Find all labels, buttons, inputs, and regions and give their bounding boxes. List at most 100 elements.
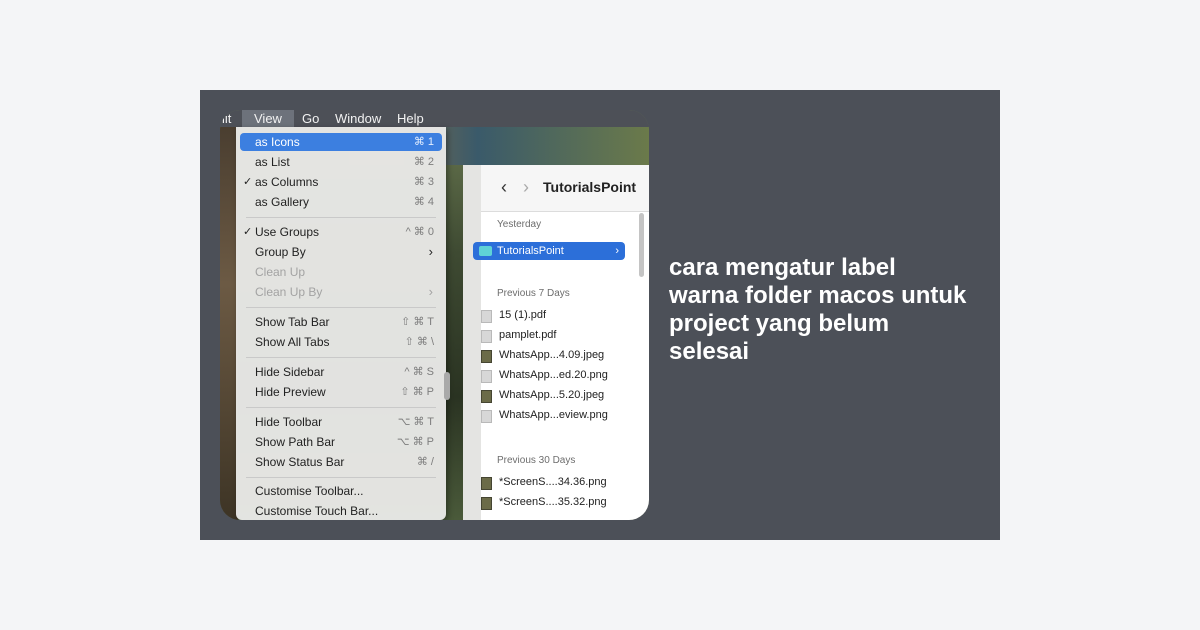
menu-item-hide-preview[interactable]: Hide Preview ⇧ ⌘ P [240, 383, 442, 401]
file-name: TutorialsPoint [497, 245, 564, 257]
menu-item-label: Clean Up [255, 265, 306, 279]
menu-item-label: as Gallery [255, 195, 310, 209]
image-icon [481, 370, 492, 383]
menu-separator [246, 407, 436, 408]
menu-item-customise-toolbar[interactable]: Customise Toolbar... [240, 482, 442, 500]
list-item-tutorialspoint[interactable]: TutorialsPoint › [473, 242, 625, 260]
checkmark-icon: ✓ [243, 226, 253, 238]
file-name: 15 (1).pdf [499, 309, 547, 321]
list-item[interactable]: pamplet.pdf [481, 326, 633, 344]
menu-go[interactable]: Go [302, 110, 319, 127]
menu-item-shortcut: ⌘ / [416, 456, 434, 468]
menu-item-label: Use Groups [255, 225, 320, 239]
list-item[interactable]: WhatsApp...5.20.jpeg [481, 386, 633, 404]
menu-item-customise-touch-bar[interactable]: Customise Touch Bar... [240, 502, 442, 520]
back-icon[interactable]: ‹ [501, 177, 507, 198]
file-name: WhatsApp...ed.20.png [499, 369, 608, 381]
finder-toolbar: ‹ › TutorialsPoint [481, 165, 649, 212]
finder-title: TutorialsPoint [543, 179, 637, 195]
menu-item-label: as Columns [255, 175, 319, 189]
menu-item-label: Show All Tabs [255, 335, 330, 349]
menu-item-shortcut: ⌘ 3 [413, 176, 434, 188]
menu-item-show-path-bar[interactable]: Show Path Bar ⌥ ⌘ P [240, 433, 442, 451]
list-item[interactable]: 15 (1).pdf [481, 306, 633, 324]
menu-item-hide-sidebar[interactable]: Hide Sidebar ^ ⌘ S [240, 363, 442, 381]
view-menu: as Icons ⌘ 1 as List ⌘ 2 ✓ as Columns ⌘ … [236, 127, 446, 520]
menu-item-label: Hide Toolbar [255, 415, 323, 429]
menu-item-shortcut: ⌘ 4 [413, 196, 434, 208]
menu-item-shortcut: ^ ⌘ S [404, 366, 434, 378]
forward-icon[interactable]: › [523, 177, 529, 198]
menu-edit[interactable]: lit [222, 110, 231, 127]
chevron-right-icon: › [428, 244, 433, 259]
menu-item-hide-toolbar[interactable]: Hide Toolbar ⌥ ⌘ T [240, 413, 442, 431]
menu-item-show-tab-bar[interactable]: Show Tab Bar ⇧ ⌘ T [240, 313, 442, 331]
menu-bar: lit View Go Window Help [220, 110, 649, 127]
menu-item-shortcut: ⌥ ⌘ T [397, 416, 434, 428]
menu-item-label: Group By [255, 245, 306, 259]
screenshot-panel: lit View Go Window Help as Icons ⌘ 1 as … [220, 110, 649, 520]
menu-item-shortcut: ⌘ 1 [413, 136, 434, 148]
menu-item-label: Show Status Bar [255, 455, 345, 469]
menu-item-use-groups[interactable]: ✓ Use Groups ^ ⌘ 0 [240, 223, 442, 241]
image-icon [481, 350, 492, 363]
menu-item-label: Show Path Bar [255, 435, 336, 449]
menu-item-shortcut: ⇧ ⌘ P [400, 386, 434, 398]
menu-item-as-list[interactable]: as List ⌘ 2 [240, 153, 442, 171]
menu-item-clean-up: Clean Up [240, 263, 442, 281]
menu-item-label: Show Tab Bar [255, 315, 330, 329]
menu-separator [246, 307, 436, 308]
section-yesterday: Yesterday [497, 219, 542, 230]
file-name: WhatsApp...eview.png [499, 409, 608, 421]
menu-item-as-gallery[interactable]: as Gallery ⌘ 4 [240, 193, 442, 211]
menu-item-show-all-tabs[interactable]: Show All Tabs ⇧ ⌘ \ [240, 333, 442, 351]
menu-separator [246, 357, 436, 358]
article-headline: cara mengatur label warna folder macos u… [669, 254, 967, 365]
menu-item-clean-up-by: Clean Up By › [240, 283, 442, 301]
folder-icon [479, 246, 492, 256]
image-icon [481, 477, 492, 490]
pdf-icon [481, 330, 492, 343]
menu-item-label: Customise Toolbar... [255, 484, 364, 498]
menu-item-shortcut: ⌘ 2 [413, 156, 434, 168]
menu-help[interactable]: Help [397, 110, 424, 127]
file-name: pamplet.pdf [499, 329, 557, 341]
menu-item-label: Customise Touch Bar... [255, 504, 379, 518]
menu-item-label: as List [255, 155, 290, 169]
list-item[interactable]: *ScreenS....34.36.png [481, 473, 633, 491]
scrollbar[interactable] [639, 213, 644, 277]
menu-separator [246, 217, 436, 218]
menu-separator [246, 477, 436, 478]
menu-item-as-columns[interactable]: ✓ as Columns ⌘ 3 [240, 173, 442, 191]
menu-item-group-by[interactable]: Group By › [240, 243, 442, 261]
menu-item-shortcut: ⇧ ⌘ T [401, 316, 434, 328]
list-item[interactable]: *ScreenS....35.32.png [481, 493, 633, 511]
image-icon [481, 497, 492, 510]
menu-item-label: Hide Preview [255, 385, 326, 399]
section-previous-30-days: Previous 30 Days [497, 455, 576, 466]
menu-item-label: as Icons [255, 135, 300, 149]
file-name: WhatsApp...5.20.jpeg [499, 389, 605, 401]
resize-handle[interactable] [444, 372, 450, 400]
file-name: WhatsApp...4.09.jpeg [499, 349, 605, 361]
menu-item-shortcut: ⇧ ⌘ \ [404, 336, 434, 348]
article-card: lit View Go Window Help as Icons ⌘ 1 as … [200, 90, 1000, 540]
file-name: *ScreenS....34.36.png [499, 476, 607, 488]
file-name: *ScreenS....35.32.png [499, 496, 607, 508]
image-icon [481, 390, 492, 403]
menu-view[interactable]: View [242, 110, 294, 127]
list-item[interactable]: WhatsApp...4.09.jpeg [481, 346, 633, 364]
pdf-icon [481, 310, 492, 323]
menu-item-show-status-bar[interactable]: Show Status Bar ⌘ / [240, 453, 442, 471]
image-icon [481, 410, 492, 423]
menu-item-shortcut: ⌥ ⌘ P [396, 436, 434, 448]
list-item[interactable]: WhatsApp...eview.png [481, 406, 633, 424]
menu-item-label: Clean Up By [255, 285, 323, 299]
checkmark-icon: ✓ [243, 176, 253, 188]
chevron-right-icon: › [428, 284, 433, 299]
menu-item-as-icons[interactable]: as Icons ⌘ 1 [240, 133, 442, 151]
list-item[interactable]: WhatsApp...ed.20.png [481, 366, 633, 384]
menu-window[interactable]: Window [335, 110, 381, 127]
menu-item-shortcut: ^ ⌘ 0 [405, 226, 434, 238]
menu-item-label: Hide Sidebar [255, 365, 325, 379]
